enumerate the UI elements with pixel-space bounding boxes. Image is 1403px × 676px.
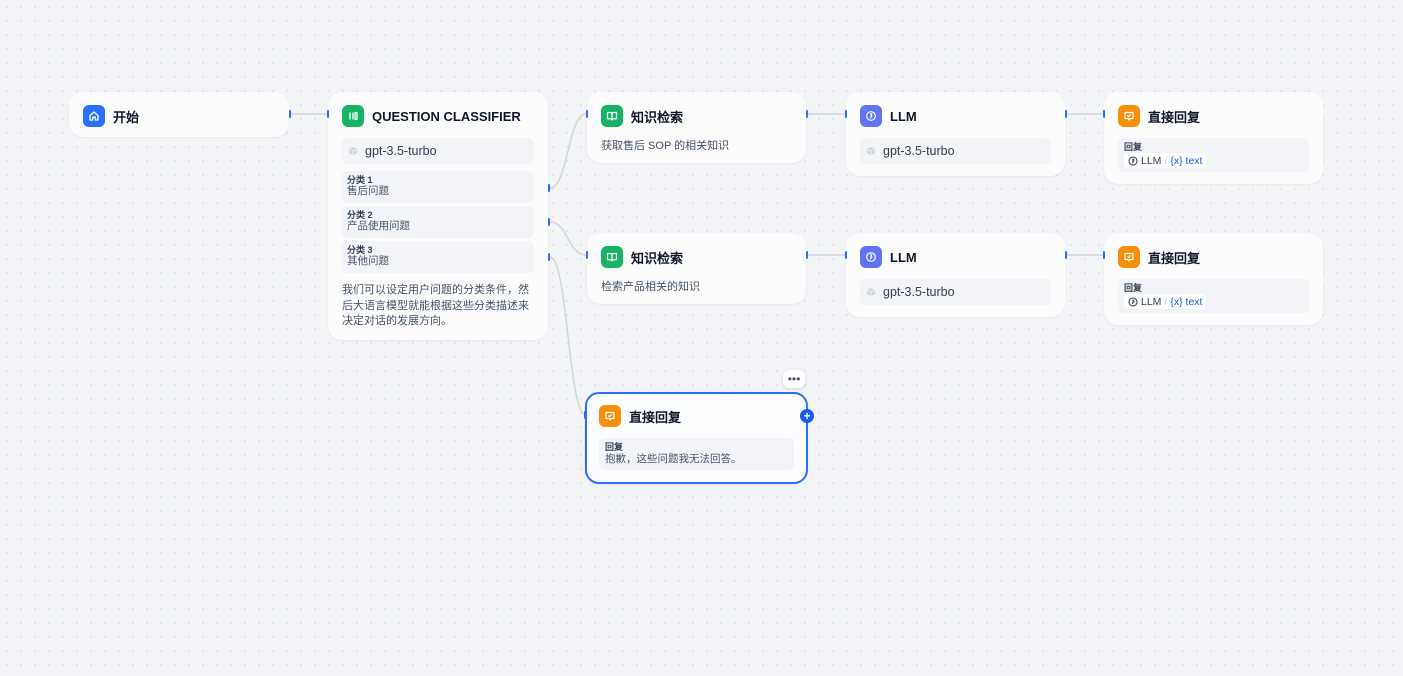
llm-node[interactable]: LLM gpt-3.5-turbo [846, 233, 1065, 317]
llm1-source-handle[interactable] [1065, 110, 1067, 118]
start-node[interactable]: 开始 [69, 92, 289, 137]
answer2-target-handle[interactable] [1103, 251, 1105, 259]
knowledge-retrieval-node[interactable]: 知识检索 检索产品相关的知识 [587, 233, 806, 304]
add-next-node-button[interactable]: + [800, 409, 814, 423]
variable-node-name: LLM [1141, 295, 1162, 308]
llm1-target-handle[interactable] [845, 110, 847, 118]
edge-class3-answer3 [549, 256, 587, 416]
class-item: 分类 1 售后问题 [342, 171, 534, 203]
reply-label: 回复 [1124, 283, 1143, 293]
kr1-target-handle[interactable] [586, 110, 588, 118]
answer1-target-handle[interactable] [1103, 110, 1105, 118]
class-value: 产品使用问题 [347, 220, 410, 232]
node-description: 我们可以设定用户问题的分类条件，然后大语言模型就能根据这些分类描述来决定对话的发… [342, 284, 529, 327]
variable-name: {x} text [1170, 154, 1203, 167]
class-item: 分类 2 产品使用问题 [342, 206, 534, 238]
llm-icon [860, 105, 882, 127]
book-icon [601, 105, 623, 127]
answer-node[interactable]: 直接回复 回复 LLM / {x} text [1104, 233, 1323, 325]
reply-label: 回复 [605, 442, 624, 452]
node-title: QUESTION CLASSIFIER [372, 108, 521, 124]
reply-box: 回复 抱歉，这些问题我无法回答。 [599, 438, 794, 470]
book-icon [601, 246, 623, 268]
kr1-source-handle[interactable] [806, 110, 808, 118]
cube-icon [866, 146, 876, 156]
model-name: gpt-3.5-turbo [883, 285, 955, 299]
llm-icon [860, 246, 882, 268]
reply-box: 回复 LLM / {x} text [1118, 138, 1309, 172]
class-value: 其他问题 [347, 255, 389, 267]
variable-reference: LLM / {x} text [1124, 153, 1303, 168]
start-source-handle[interactable] [289, 110, 291, 118]
class-key: 分类 2 [347, 210, 373, 220]
node-title: 直接回复 [629, 409, 682, 425]
node-more-button[interactable]: ••• [783, 370, 805, 388]
knowledge-retrieval-node[interactable]: 知识检索 获取售后 SOP 的相关知识 [587, 92, 806, 163]
variable-separator: / [1164, 154, 1168, 167]
node-title: LLM [890, 108, 917, 124]
edge-class1-kr1 [549, 113, 587, 189]
node-title: LLM [890, 249, 917, 265]
model-selector[interactable]: gpt-3.5-turbo [860, 138, 1051, 164]
llm2-source-handle[interactable] [1065, 251, 1067, 259]
reply-label: 回复 [1124, 142, 1143, 152]
model-selector[interactable]: gpt-3.5-turbo [342, 138, 534, 164]
variable-name: {x} text [1170, 295, 1203, 308]
node-description: 检索产品相关的知识 [601, 281, 700, 293]
node-title: 知识检索 [631, 109, 684, 125]
answer3-target-handle[interactable] [584, 411, 586, 419]
answer-node[interactable]: 直接回复 回复 LLM / {x} text [1104, 92, 1323, 184]
class-value: 售后问题 [347, 185, 389, 197]
llm-icon [1128, 155, 1138, 166]
answer-icon [1118, 246, 1140, 268]
kr2-target-handle[interactable] [586, 251, 588, 259]
reply-box: 回复 LLM / {x} text [1118, 279, 1309, 313]
answer-icon [1118, 105, 1140, 127]
class-key: 分类 1 [347, 175, 373, 185]
llm-node[interactable]: LLM gpt-3.5-turbo [846, 92, 1065, 176]
class-1-source-handle[interactable] [548, 184, 550, 192]
llm-icon [1128, 296, 1138, 307]
variable-reference: LLM / {x} text [1124, 294, 1303, 309]
llm2-target-handle[interactable] [845, 251, 847, 259]
model-selector[interactable]: gpt-3.5-turbo [860, 279, 1051, 305]
answer-node-selected[interactable]: 直接回复 回复 抱歉，这些问题我无法回答。 [585, 392, 808, 484]
question-classifier-node[interactable]: QUESTION CLASSIFIER gpt-3.5-turbo 分类 1 售… [328, 92, 548, 340]
edge-class2-kr2 [549, 221, 587, 256]
node-title: 知识检索 [631, 250, 684, 266]
reply-text: 抱歉，这些问题我无法回答。 [605, 453, 742, 465]
class-3-source-handle[interactable] [548, 253, 550, 261]
cube-icon [866, 287, 876, 297]
class-item: 分类 3 其他问题 [342, 241, 534, 273]
class-2-source-handle[interactable] [548, 218, 550, 226]
classifier-target-handle[interactable] [327, 110, 329, 118]
variable-separator: / [1164, 295, 1168, 308]
node-title: 直接回复 [1148, 250, 1201, 266]
class-key: 分类 3 [347, 245, 373, 255]
classifier-icon [342, 105, 364, 127]
variable-node-name: LLM [1141, 154, 1162, 167]
cube-icon [348, 146, 358, 156]
node-title: 开始 [113, 109, 140, 125]
node-title: 直接回复 [1148, 109, 1201, 125]
home-icon [83, 105, 105, 127]
model-name: gpt-3.5-turbo [365, 144, 437, 158]
node-description: 获取售后 SOP 的相关知识 [601, 140, 730, 152]
kr2-source-handle[interactable] [806, 251, 808, 259]
model-name: gpt-3.5-turbo [883, 144, 955, 158]
answer-icon [599, 405, 621, 427]
